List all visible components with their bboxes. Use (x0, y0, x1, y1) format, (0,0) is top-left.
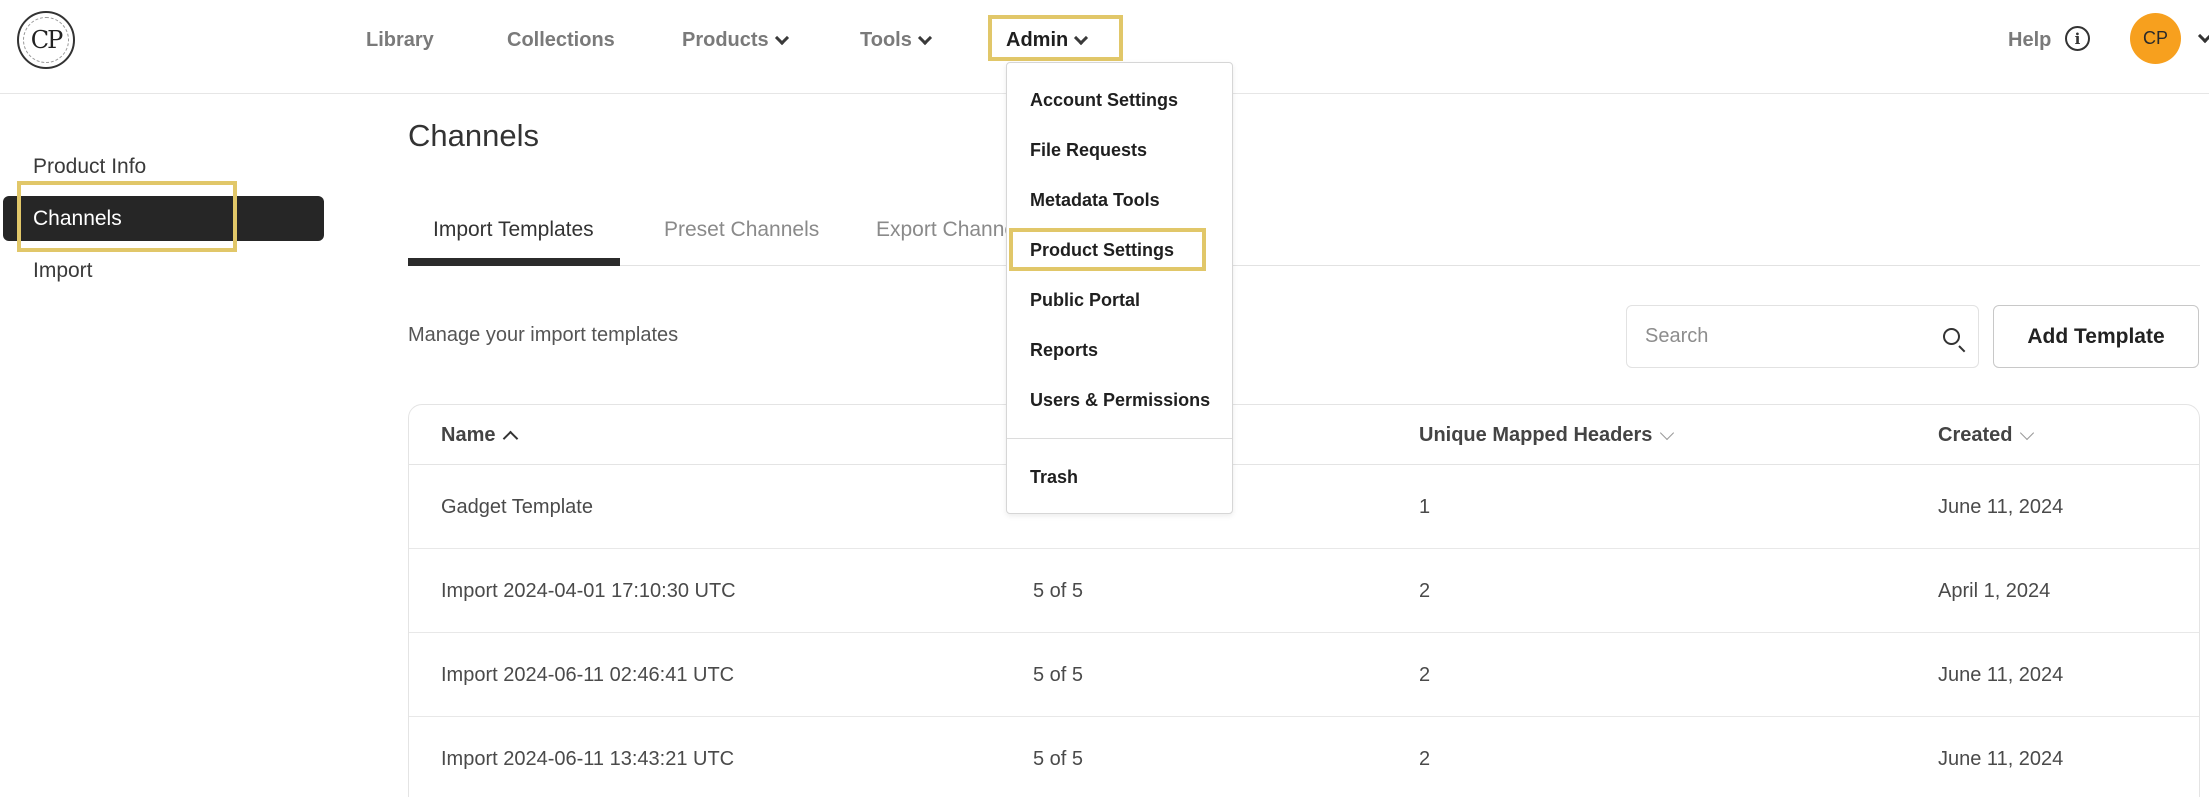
tab-bar: Import Templates Preset Channels Export … (408, 200, 2200, 266)
add-template-button[interactable]: Add Template (1993, 305, 2199, 368)
sidebar-item-label: Channels (33, 206, 122, 230)
tab-preset-channels[interactable]: Preset Channels (664, 200, 819, 266)
add-template-label: Add Template (2027, 324, 2165, 348)
table-row[interactable]: Gadget Template 1 June 11, 2024 (409, 465, 2199, 549)
help-link[interactable]: Help (2008, 25, 2051, 55)
active-tab-indicator (408, 258, 620, 266)
nav-products[interactable]: Products (682, 25, 789, 55)
nav-tools-label: Tools (860, 28, 912, 51)
chevron-down-icon (774, 30, 789, 45)
cell-unique: 1 (1419, 495, 1431, 518)
nav-products-label: Products (682, 28, 769, 51)
section-description: Manage your import templates (408, 324, 679, 346)
cell-unique: 2 (1419, 579, 1431, 602)
tab-label: Import Templates (433, 218, 594, 241)
chevron-down-icon (917, 30, 932, 45)
chevron-down-icon[interactable] (2197, 28, 2209, 44)
templates-table: Name Unique Mapped Headers Created Gadge… (408, 404, 2200, 797)
column-header-name[interactable]: Name (441, 405, 519, 465)
cell-created: April 1, 2024 (1938, 579, 2051, 602)
nav-collections[interactable]: Collections (507, 25, 615, 55)
table-header: Name Unique Mapped Headers Created (409, 405, 2199, 465)
menu-item-label: Public Portal (1030, 289, 1141, 310)
cell-name: Import 2024-06-11 02:46:41 UTC (441, 663, 735, 686)
cell-created: June 11, 2024 (1938, 663, 2064, 686)
menu-item-label: Product Settings (1030, 239, 1175, 260)
cell-created: June 11, 2024 (1938, 747, 2064, 770)
cell-unique: 2 (1419, 663, 1431, 686)
menu-item-label: Users & Permissions (1030, 389, 1211, 410)
menu-divider (1007, 438, 1232, 439)
cell-mapped: 5 of 5 (1033, 579, 1084, 602)
cell-name: Import 2024-04-01 17:10:30 UTC (441, 579, 736, 602)
sidebar-item-product-info[interactable]: Product Info (3, 144, 324, 189)
sort-icon (1660, 425, 1675, 440)
menu-item-file-requests[interactable]: File Requests (1030, 135, 1147, 165)
search-icon[interactable] (1943, 328, 1960, 345)
menu-item-label: Metadata Tools (1030, 189, 1160, 210)
logo-ring (23, 17, 69, 63)
sidebar-item-label: Product Info (33, 154, 147, 178)
nav-tools[interactable]: Tools (860, 25, 932, 55)
cell-name: Gadget Template (441, 495, 593, 518)
help-label: Help (2008, 28, 2052, 51)
column-header-label: Name (441, 423, 496, 446)
nav-admin-label: Admin (1006, 28, 1069, 51)
cell-mapped: 5 of 5 (1033, 663, 1084, 686)
nav-admin[interactable]: Admin (1006, 25, 1089, 55)
menu-item-trash[interactable]: Trash (1030, 462, 1078, 492)
search-input[interactable] (1627, 306, 1927, 367)
brand-logo[interactable]: CP (17, 11, 75, 69)
sort-ascending-icon (503, 430, 519, 446)
column-header-label: Unique Mapped Headers (1419, 423, 1653, 446)
column-header-unique-mapped-headers[interactable]: Unique Mapped Headers (1419, 405, 1675, 465)
avatar-initials: CP (2142, 28, 2168, 48)
menu-item-metadata-tools[interactable]: Metadata Tools (1030, 185, 1160, 215)
admin-dropdown-menu: Account Settings File Requests Metadata … (1006, 62, 1233, 514)
info-glyph: i (2074, 29, 2081, 48)
cell-mapped: 5 of 5 (1033, 747, 1084, 770)
cell-name: Import 2024-06-11 13:43:21 UTC (441, 747, 735, 770)
table-row[interactable]: Import 2024-06-11 13:43:21 UTC 5 of 5 2 … (409, 717, 2199, 797)
menu-item-product-settings[interactable]: Product Settings (1030, 235, 1174, 265)
menu-item-label: File Requests (1030, 139, 1148, 160)
page-title: Channels (408, 118, 539, 153)
sidebar-item-import[interactable]: Import (3, 248, 324, 293)
nav-collections-label: Collections (507, 28, 615, 51)
menu-item-account-settings[interactable]: Account Settings (1030, 85, 1178, 115)
search-box (1626, 305, 1979, 368)
column-header-created[interactable]: Created (1938, 405, 2035, 465)
menu-item-label: Account Settings (1030, 89, 1179, 110)
tab-label: Preset Channels (664, 218, 820, 241)
cell-unique: 2 (1419, 747, 1431, 770)
chevron-down-icon (1074, 30, 1089, 45)
menu-item-reports[interactable]: Reports (1030, 335, 1098, 365)
tab-import-templates[interactable]: Import Templates (433, 200, 594, 266)
sidebar-item-label: Import (33, 258, 93, 282)
menu-item-users-permissions[interactable]: Users & Permissions (1030, 385, 1210, 415)
sort-icon (2020, 425, 2035, 440)
column-header-label: Created (1938, 423, 2013, 446)
menu-item-public-portal[interactable]: Public Portal (1030, 285, 1140, 315)
table-row[interactable]: Import 2024-06-11 02:46:41 UTC 5 of 5 2 … (409, 633, 2199, 717)
sidebar-item-channels[interactable]: Channels (3, 196, 324, 241)
menu-item-label: Trash (1030, 466, 1079, 487)
info-icon[interactable]: i (2065, 26, 2090, 51)
nav-library[interactable]: Library (366, 25, 434, 55)
table-row[interactable]: Import 2024-04-01 17:10:30 UTC 5 of 5 2 … (409, 549, 2199, 633)
cell-created: June 11, 2024 (1938, 495, 2064, 518)
menu-item-label: Reports (1030, 339, 1099, 360)
avatar[interactable]: CP (2130, 13, 2181, 64)
nav-library-label: Library (366, 28, 434, 51)
